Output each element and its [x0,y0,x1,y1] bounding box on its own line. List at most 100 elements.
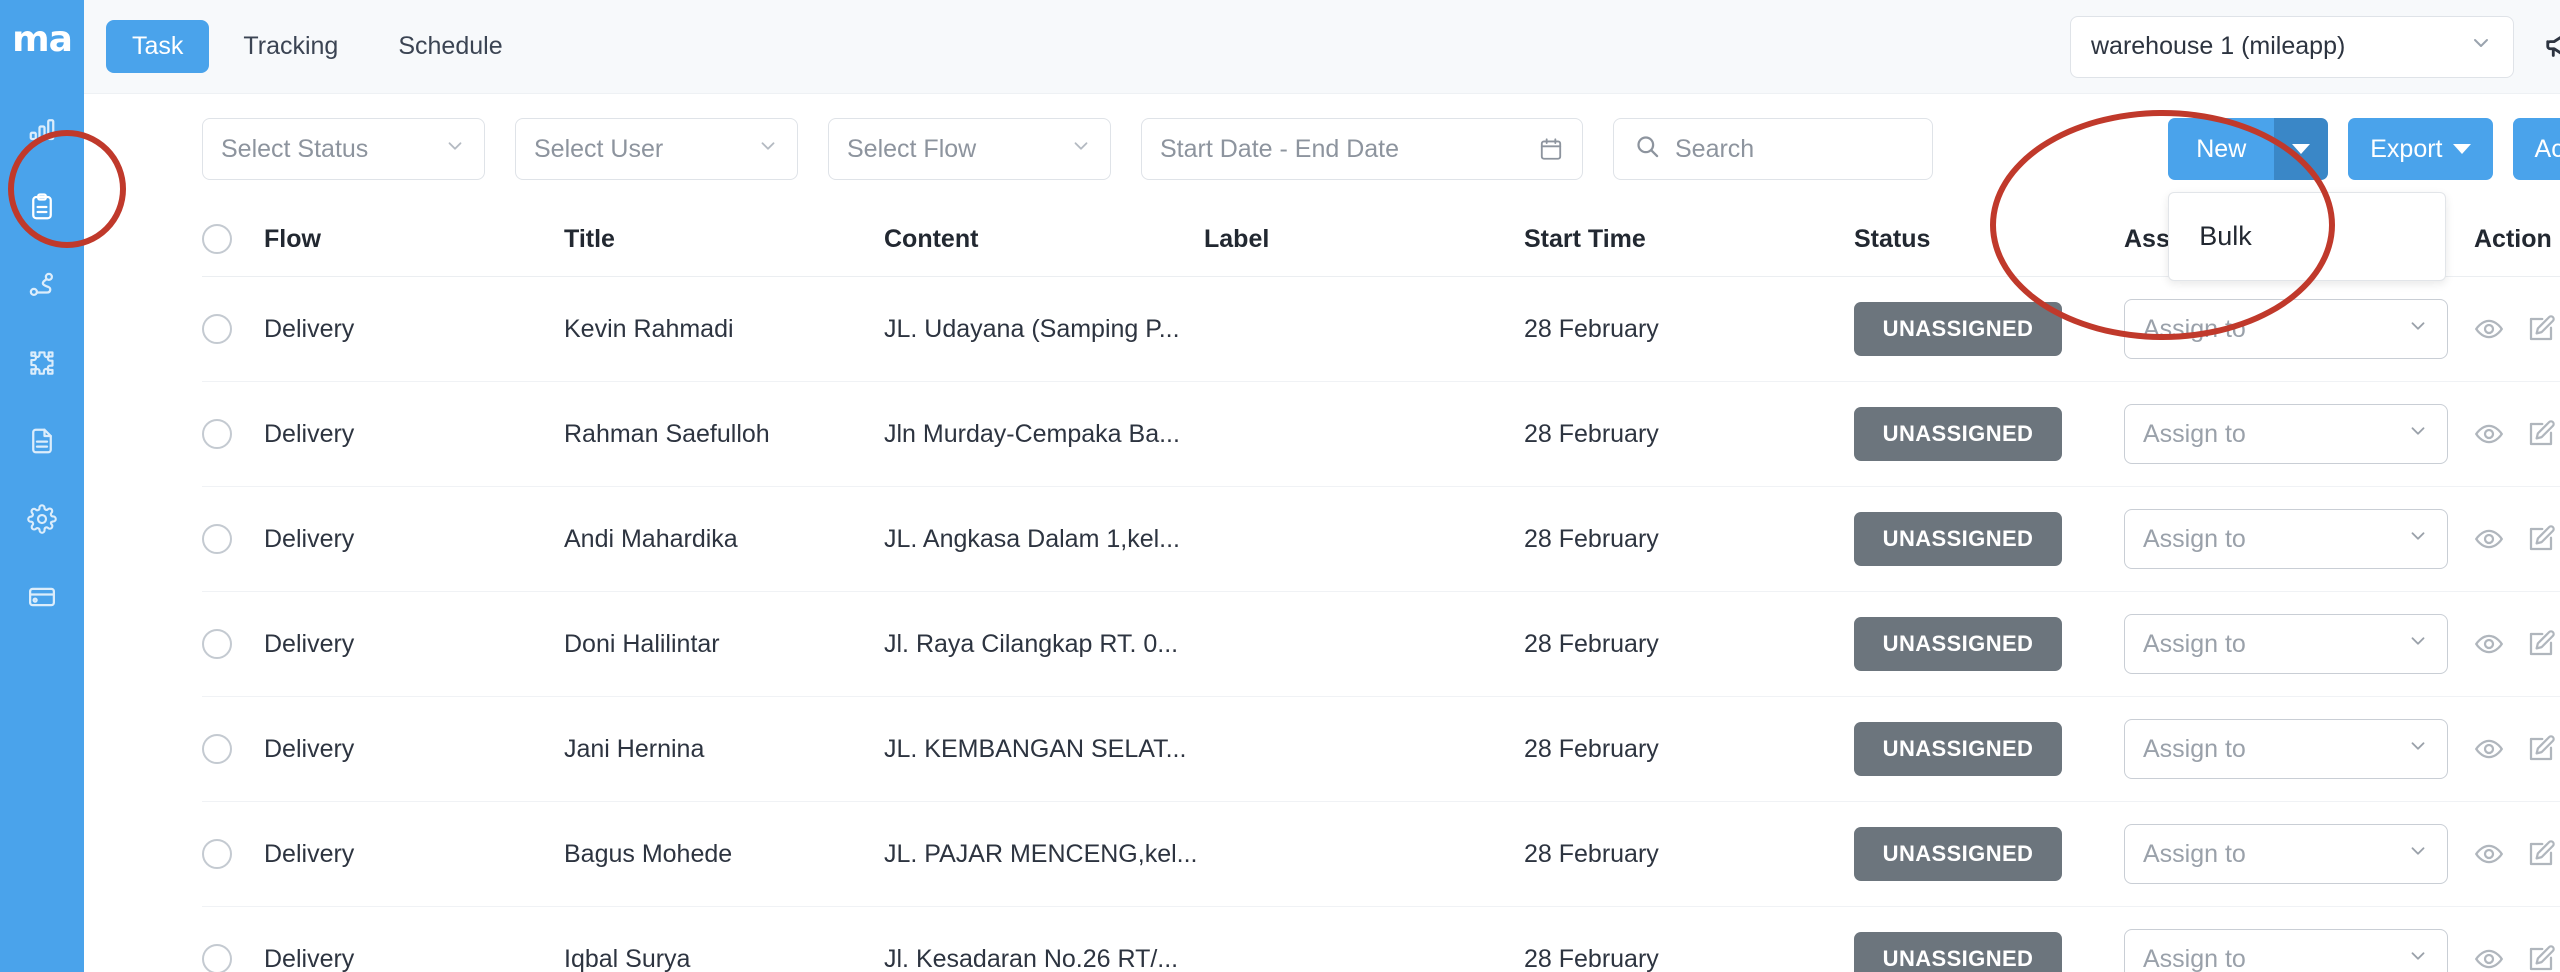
export-button[interactable]: Export [2348,118,2493,180]
row-checkbox[interactable] [202,944,232,972]
cell-label [1204,381,1524,487]
cell-content: Jl. Raya Cilangkap RT. 0... [884,591,1204,697]
date-range-picker[interactable]: Start Date - End Date [1141,118,1583,180]
cell-label [1204,276,1524,382]
row-checkbox[interactable] [202,314,232,344]
edit-icon[interactable] [2526,524,2556,554]
tab-tracking[interactable]: Tracking [217,20,364,73]
sidebar-item-integration[interactable] [19,340,65,386]
sidebar-item-report[interactable] [19,418,65,464]
eye-icon[interactable] [2474,839,2504,869]
assign-to-select[interactable]: Assign to [2124,614,2448,674]
chevron-down-icon [1056,135,1092,164]
eye-icon[interactable] [2474,524,2504,554]
sidebar-item-route[interactable] [19,262,65,308]
eye-icon[interactable] [2474,419,2504,449]
sidebar-item-settings[interactable] [19,496,65,542]
row-action-group [2474,314,2560,344]
assign-to-select[interactable]: Assign to [2124,719,2448,779]
eye-icon[interactable] [2474,629,2504,659]
edit-icon[interactable] [2526,629,2556,659]
column-header-flow[interactable]: Flow [264,204,564,277]
cell-status: UNASSIGNED [1854,696,2124,802]
table-row[interactable]: Delivery Bagus Mohede JL. PAJAR MENCENG,ke… [202,801,2560,907]
row-checkbox[interactable] [202,839,232,869]
flow-filter-select[interactable]: Select Flow [828,118,1111,180]
select-all-checkbox[interactable] [202,224,232,254]
status-badge: UNASSIGNED [1854,407,2062,461]
cell-title: Rahman Saefulloh [564,381,884,487]
edit-icon[interactable] [2526,839,2556,869]
table-row[interactable]: Delivery Jani Hernina JL. KEMBANGAN SELAT.… [202,696,2560,802]
row-checkbox[interactable] [202,419,232,449]
assign-to-placeholder: Assign to [2143,419,2246,448]
row-checkbox[interactable] [202,524,232,554]
cell-flow: Delivery [264,696,564,802]
cell-assign: Assign to [2124,801,2474,907]
row-checkbox[interactable] [202,629,232,659]
assign-to-select[interactable]: Assign to [2124,824,2448,884]
tab-schedule[interactable]: Schedule [372,20,528,73]
cell-assign: Assign to [2124,591,2474,697]
announcement-button[interactable] [2540,25,2560,69]
sidebar-item-dashboard[interactable] [19,106,65,152]
new-dropdown-toggle[interactable] [2274,118,2329,180]
search-box[interactable] [1613,118,1933,180]
assign-to-placeholder: Assign to [2143,629,2246,658]
action-button[interactable]: Action [2512,118,2560,180]
eye-icon[interactable] [2474,944,2504,972]
column-header-start-time[interactable]: Start Time [1524,204,1854,277]
new-dropdown-menu: Bulk [2168,192,2447,281]
app-root: ma Task Tracking Schedule warehouse 1 (m… [0,0,2560,972]
user-filter-select[interactable]: Select User [515,118,798,180]
table-row[interactable]: Delivery Doni Halilintar Jl. Raya Cilangka… [202,591,2560,697]
chevron-down-icon [2407,315,2429,344]
toolbar-actions: New Export Action Bulk [2168,118,2560,281]
row-select-cell [202,591,264,697]
cell-content: JL. Udayana (Samping P... [884,276,1204,382]
cell-flow: Delivery [264,591,564,697]
status-badge: UNASSIGNED [1854,722,2062,776]
row-select-cell [202,276,264,382]
search-input[interactable] [1675,134,1912,164]
export-button-label: Export [2370,134,2443,163]
assign-to-select[interactable]: Assign to [2124,929,2448,972]
column-header-status[interactable]: Status [1854,204,2124,277]
tab-task[interactable]: Task [106,20,210,73]
column-header-title[interactable]: Title [564,204,884,277]
assign-to-select[interactable]: Assign to [2124,299,2448,359]
eye-icon[interactable] [2474,314,2504,344]
eye-icon[interactable] [2474,734,2504,764]
row-checkbox[interactable] [202,734,232,764]
edit-icon[interactable] [2526,734,2556,764]
assign-to-select[interactable]: Assign to [2124,509,2448,569]
status-filter-select[interactable]: Select Status [202,118,485,180]
edit-icon[interactable] [2526,314,2556,344]
assign-to-select[interactable]: Assign to [2124,404,2448,464]
table-row[interactable]: Delivery Iqbal Surya Jl. Kesadaran No.26 R… [202,906,2560,972]
task-table-body: Delivery Kevin Rahmadi JL. Udayana (Sampin… [202,276,2560,972]
cell-assign: Assign to [2124,696,2474,802]
cell-label [1204,801,1524,907]
column-header-content[interactable]: Content [884,204,1204,277]
new-button[interactable]: New [2168,118,2275,180]
edit-icon[interactable] [2526,419,2556,449]
column-header-label[interactable]: Label [1204,204,1524,277]
cell-assign: Assign to [2124,276,2474,382]
edit-icon[interactable] [2526,944,2556,972]
sidebar-item-billing[interactable] [19,574,65,620]
cell-start-time: 28 February [1524,801,1854,907]
status-badge: UNASSIGNED [1854,827,2062,881]
cell-status: UNASSIGNED [1854,276,2124,382]
warehouse-select[interactable]: warehouse 1 (mileapp) [2070,15,2514,78]
cell-flow: Delivery [264,801,564,907]
cell-flow: Delivery [264,906,564,972]
app-logo[interactable]: ma [12,22,73,58]
table-row[interactable]: Delivery Rahman Saefulloh Jln Murday-Cempa… [202,381,2560,487]
table-row[interactable]: Delivery Kevin Rahmadi JL. Udayana (Sampin… [202,276,2560,382]
row-action-group [2474,944,2560,972]
table-row[interactable]: Delivery Andi Mahardika JL. Angkasa Dalam … [202,486,2560,592]
menu-item-bulk[interactable]: Bulk [2169,207,2445,266]
row-select-cell [202,801,264,907]
sidebar-item-task[interactable] [19,184,65,230]
